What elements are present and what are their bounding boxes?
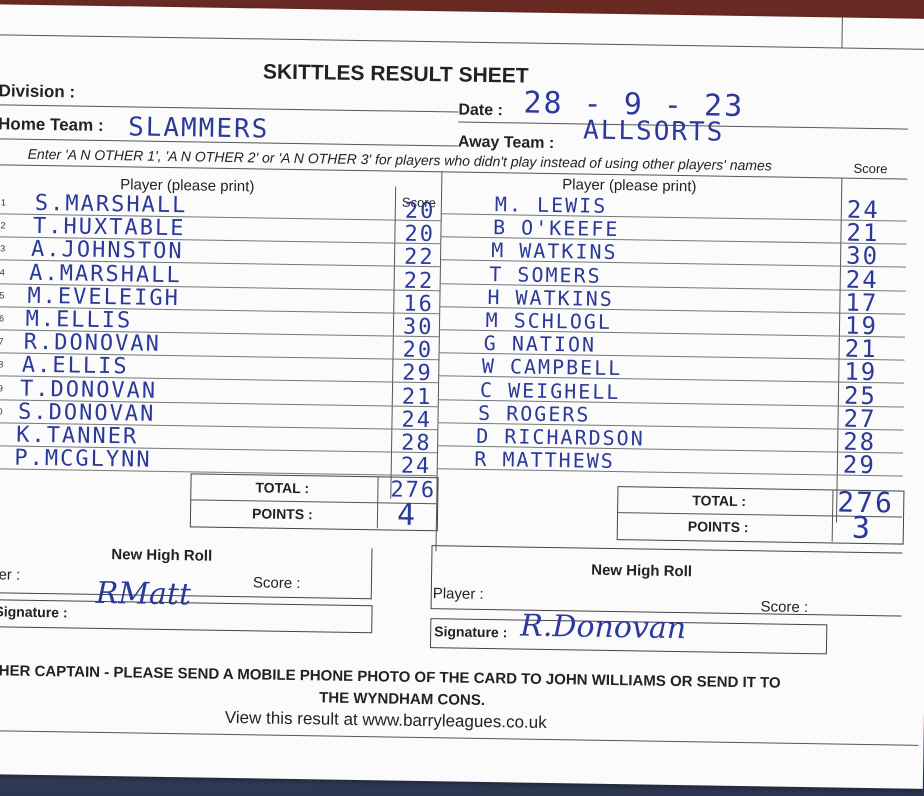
- away-player-name: B O'KEEFE: [492, 215, 620, 242]
- row-number: 8: [0, 359, 4, 370]
- away-signature: R.Donovan: [520, 608, 687, 647]
- home-player-score: 21: [401, 384, 433, 410]
- row-number: 6: [0, 313, 5, 324]
- home-player-score: 22: [403, 268, 435, 294]
- home-player-score: 29: [402, 361, 433, 387]
- home-player-name: R.DONOVAN: [23, 329, 162, 358]
- home-player-score: 24: [401, 407, 433, 433]
- footer-instruction-line1: THER CAPTAIN - PLEASE SEND A MOBILE PHON…: [0, 662, 781, 692]
- bottom-border: [0, 730, 919, 746]
- home-team-label: Home Team :: [0, 114, 104, 135]
- row-number: 7: [0, 336, 4, 347]
- away-player-score: 29: [842, 450, 876, 480]
- away-signature-label: Signature :: [434, 623, 508, 641]
- away-player-name: M WATKINS: [491, 238, 618, 265]
- division-label: Division :: [0, 81, 76, 102]
- away-player-name: S ROGERS: [477, 400, 591, 427]
- away-points-label: POINTS :: [687, 518, 749, 536]
- top-border: [0, 34, 924, 50]
- row-number: 2: [0, 220, 6, 231]
- row-number: 4: [0, 266, 5, 278]
- away-score-header: Score: [853, 160, 888, 177]
- away-player-name: T SOMERS: [489, 261, 602, 288]
- home-high-roll-player-label: ver :: [0, 566, 21, 584]
- away-player-name: C WEIGHELL: [479, 377, 621, 404]
- away-player-name: M. LEWIS: [494, 192, 608, 218]
- home-total-label: TOTAL :: [255, 479, 310, 497]
- home-player-name: T.DONOVAN: [19, 376, 158, 404]
- row-number: 3: [0, 243, 6, 254]
- away-player-name: R MATTHEWS: [474, 447, 616, 474]
- away-player-name: H WATKINS: [487, 284, 615, 311]
- home-player-score: 24: [400, 453, 432, 480]
- home-player-score: 30: [402, 314, 434, 341]
- home-player-score: 20: [404, 198, 436, 225]
- row-number: 9: [0, 382, 4, 394]
- sheet-title: SKITTLES RESULT SHEET: [262, 60, 529, 88]
- home-player-name: P.MCGLYNN: [14, 445, 152, 473]
- score-rows: 1 S.MARSHALL 20 M. LEWIS 24 2 T.HUXTABLE 20 B O'…: [0, 4, 924, 479]
- row-number: 1: [0, 197, 6, 208]
- home-player-score: 22: [403, 245, 435, 271]
- home-signature: RMatt: [95, 575, 192, 613]
- home-player-score: 20: [404, 221, 436, 248]
- away-player-name: G NATION: [483, 331, 597, 357]
- home-player-score: 16: [403, 291, 435, 317]
- away-high-roll-score-label: Score :: [760, 598, 809, 617]
- home-player-name: A.MARSHALL: [29, 260, 182, 288]
- away-player-name: D RICHARDSON: [476, 423, 645, 451]
- home-player-name: A.JOHNSTON: [30, 237, 184, 265]
- home-signature-label: Signature :: [0, 603, 68, 621]
- away-player-header: Player (please print): [562, 176, 697, 196]
- home-player-name: M.ELLIS: [25, 306, 133, 334]
- away-team-value: ALLSORTS: [582, 115, 725, 148]
- row-number: 0: [0, 406, 3, 417]
- away-player-name: W CAMPBELL: [481, 354, 623, 381]
- home-team-value: SLAMMERS: [127, 112, 270, 145]
- result-sheet-card: SKITTLES RESULT SHEET Division : Home Te…: [0, 4, 924, 789]
- home-high-roll-score-label: Score :: [252, 574, 301, 593]
- away-score-divider: [835, 177, 843, 523]
- home-points-value: 4: [396, 497, 418, 533]
- footer-instruction-line2: THE WYNDHAM CONS.: [319, 689, 486, 710]
- home-points-label: POINTS :: [251, 505, 313, 523]
- instructions-text: Enter 'A N OTHER 1', 'A N OTHER 2' or 'A…: [27, 145, 772, 174]
- away-player-name: M SCHLOGL: [485, 307, 613, 334]
- home-player-name: S.DONOVAN: [17, 399, 156, 427]
- division-line: [0, 104, 459, 113]
- corner-divider: [841, 17, 843, 48]
- away-total-label: TOTAL :: [692, 492, 747, 510]
- away-high-roll-player-label: Player :: [432, 585, 484, 603]
- away-team-label: Away Team :: [457, 133, 555, 153]
- home-player-score: 28: [400, 430, 432, 457]
- away-points-value: 3: [851, 510, 873, 547]
- footer-website: View this result at www.barryleagues.co.…: [224, 707, 547, 732]
- home-player-name: A.ELLIS: [21, 353, 129, 380]
- home-player-score: 20: [402, 337, 434, 364]
- date-label: Date :: [458, 101, 503, 120]
- away-high-roll-box: [430, 545, 903, 617]
- row-number: 5: [0, 290, 5, 301]
- home-player-name: K.TANNER: [16, 422, 139, 450]
